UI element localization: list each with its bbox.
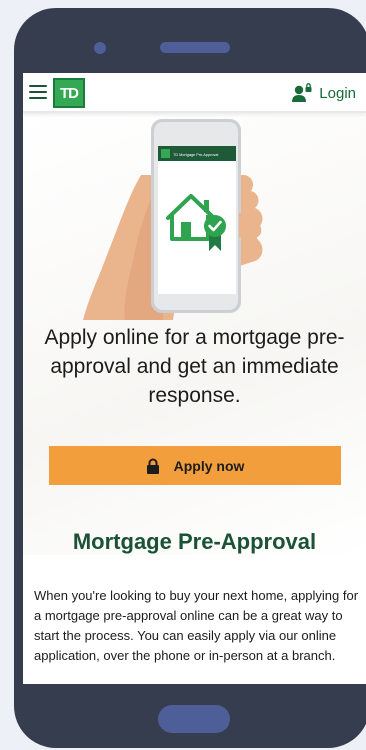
- section-body-text: When you're looking to buy your next hom…: [34, 588, 359, 663]
- login-button[interactable]: Login: [291, 80, 356, 106]
- speaker-slot: [160, 42, 230, 53]
- hero-phone-illustration: TD Mortgage Pre-Approval: [83, 119, 263, 320]
- section-title: Mortgage Pre-Approval: [72, 529, 317, 554]
- apply-now-button[interactable]: Apply now: [49, 446, 341, 485]
- camera-dot: [94, 42, 106, 54]
- td-logo[interactable]: TD: [53, 78, 85, 108]
- lock-icon: [146, 458, 159, 474]
- hero-headline: Apply online for a mortgage pre-approval…: [44, 326, 345, 407]
- login-label: Login: [319, 84, 356, 102]
- person-lock-icon: [292, 83, 312, 102]
- home-button[interactable]: [158, 705, 230, 733]
- logo-text: TD: [60, 84, 79, 102]
- phone-screen-title: TD Mortgage Pre-Approval: [173, 153, 219, 157]
- top-navigation-bar: TD Login: [23, 73, 366, 113]
- menu-icon[interactable]: [29, 85, 47, 99]
- apply-now-label: Apply now: [173, 457, 245, 474]
- app-screen: TD Login TD Mortgage Pre-Approval Apply …: [23, 73, 366, 684]
